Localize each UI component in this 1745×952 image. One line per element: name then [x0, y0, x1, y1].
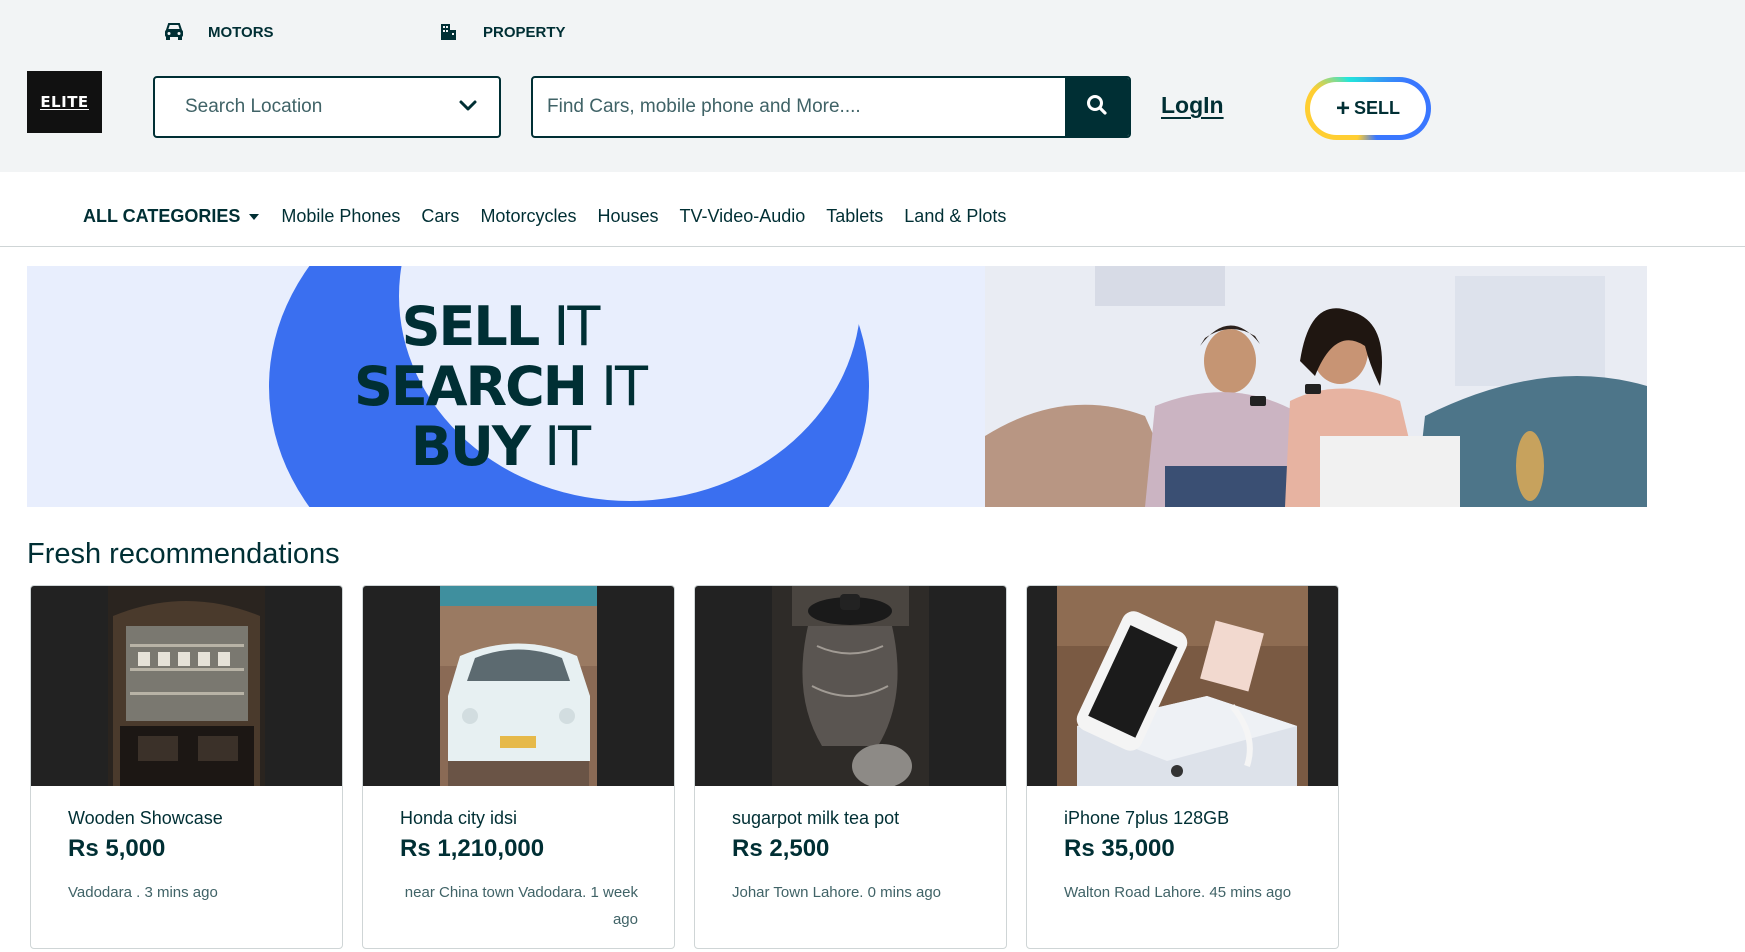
- site-header: MOTORS PROPERTY ELITE Search Location Lo…: [0, 0, 1745, 172]
- listing-title: sugarpot milk tea pot: [732, 808, 900, 828]
- listing-title: iPhone 7plus 128GB: [1064, 808, 1230, 828]
- listing-image: [1027, 586, 1338, 786]
- listing-title: Wooden Showcase: [68, 808, 223, 828]
- plus-icon: +: [1335, 94, 1350, 122]
- listing-title: Honda city idsi: [400, 808, 518, 828]
- search-bar: [531, 76, 1131, 138]
- motors-label: MOTORS: [208, 23, 274, 41]
- sell-label: SELL: [1354, 98, 1401, 118]
- category-bar: ALL CATEGORIES Mobile Phones Cars Motorc…: [0, 172, 1745, 247]
- caret-down-icon: [249, 213, 260, 220]
- all-categories-dropdown[interactable]: ALL CATEGORIES: [83, 206, 260, 227]
- banner-text-panel: SELL IT SEARCH IT BUY IT: [27, 266, 985, 507]
- sell-button-inner: + SELL: [1310, 82, 1426, 135]
- listing-card[interactable]: Wooden Showcase Rs 5,000 Vadodara . 3 mi…: [30, 585, 343, 949]
- listing-price: Rs 5,000: [68, 835, 166, 862]
- listing-body: Wooden Showcase Rs 5,000 Vadodara . 3 mi…: [31, 786, 342, 906]
- location-select[interactable]: Search Location: [153, 76, 501, 138]
- category-cars[interactable]: Cars: [421, 206, 459, 227]
- login-link[interactable]: LogIn: [1161, 92, 1224, 119]
- banner-line-sell: SELL IT: [401, 295, 601, 358]
- promo-banner[interactable]: SELL IT SEARCH IT BUY IT: [27, 266, 1647, 507]
- category-list: ALL CATEGORIES Mobile Phones Cars Motorc…: [83, 206, 1027, 227]
- property-link[interactable]: PROPERTY: [437, 20, 566, 44]
- listing-meta: Vadodara . 3 mins ago: [68, 884, 218, 901]
- listing-price: Rs 1,210,000: [400, 835, 545, 862]
- site-logo[interactable]: ELITE: [27, 71, 102, 133]
- category-mobile-phones[interactable]: Mobile Phones: [281, 206, 400, 227]
- listing-image: [695, 586, 1006, 786]
- building-icon: [437, 20, 461, 44]
- listing-image: [363, 586, 674, 786]
- category-tablets[interactable]: Tablets: [826, 206, 883, 227]
- listing-body: Honda city idsi Rs 1,210,000 near China …: [363, 786, 674, 933]
- category-tv-video-audio[interactable]: TV-Video-Audio: [680, 206, 806, 227]
- listing-price: Rs 2,500: [732, 835, 830, 862]
- top-links: MOTORS PROPERTY: [162, 20, 566, 44]
- listing-card[interactable]: iPhone 7plus 128GB Rs 35,000 Walton Road…: [1026, 585, 1339, 949]
- banner-slogan: SELL IT SEARCH IT BUY IT: [27, 297, 979, 477]
- search-input[interactable]: [533, 78, 1065, 136]
- location-placeholder: Search Location: [185, 96, 323, 117]
- listing-meta: Walton Road Lahore. 45 mins ago: [1064, 884, 1292, 901]
- listing-image: [31, 586, 342, 786]
- category-motorcycles[interactable]: Motorcycles: [480, 206, 576, 227]
- all-categories-label: ALL CATEGORIES: [83, 206, 241, 226]
- listing-body: sugarpot milk tea pot Rs 2,500 Johar Tow…: [695, 786, 1006, 906]
- category-houses[interactable]: Houses: [597, 206, 658, 227]
- section-title: Fresh recommendations: [27, 538, 340, 570]
- chevron-down-icon: [457, 94, 479, 121]
- listing-price: Rs 35,000: [1064, 835, 1175, 862]
- listing-card[interactable]: sugarpot milk tea pot Rs 2,500 Johar Tow…: [694, 585, 1007, 949]
- search-icon: [1085, 93, 1109, 122]
- motors-link[interactable]: MOTORS: [162, 20, 437, 44]
- car-icon: [162, 20, 186, 44]
- banner-line-search: SEARCH IT: [353, 355, 648, 418]
- listing-card[interactable]: Honda city idsi Rs 1,210,000 near China …: [362, 585, 675, 949]
- property-label: PROPERTY: [483, 23, 566, 41]
- logo-text: ELITE: [40, 92, 89, 111]
- sell-button[interactable]: + SELL: [1305, 77, 1431, 140]
- category-land-plots[interactable]: Land & Plots: [904, 206, 1006, 227]
- banner-photo: [985, 266, 1647, 507]
- listing-meta: near China town Vadodara. 1 week ago: [404, 884, 638, 928]
- banner-line-buy: BUY IT: [410, 415, 591, 478]
- recommendation-cards: Wooden Showcase Rs 5,000 Vadodara . 3 mi…: [30, 585, 1339, 949]
- listing-body: iPhone 7plus 128GB Rs 35,000 Walton Road…: [1027, 786, 1338, 906]
- listing-meta: Johar Town Lahore. 0 mins ago: [732, 884, 942, 901]
- search-button[interactable]: [1065, 78, 1129, 136]
